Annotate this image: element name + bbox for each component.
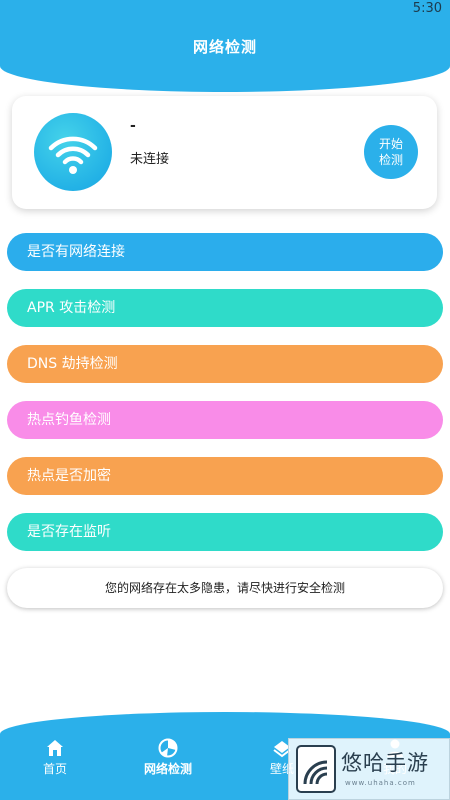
check-eavesdropping[interactable]: 是否存在监听 [7,513,443,551]
page-title: 网络检测 [192,38,257,56]
app-header: 5:30 网络检测 [0,0,450,92]
nav-item-home[interactable]: 首页 [10,738,100,777]
home-icon [47,740,63,756]
watermark-text: 悠哈手游 [341,751,429,775]
check-apr-attack[interactable]: APR 攻击检测 [7,289,443,327]
wifi-icon [34,113,112,191]
check-network-connection[interactable]: 是否有网络连接 [7,233,443,271]
status-bar-time: 5:30 [412,1,442,16]
check-hotspot-phishing[interactable]: 热点钓鱼检测 [7,401,443,439]
connection-status: 未连接 [130,152,170,167]
security-warning: 您的网络存在太多隐患，请尽快进行安全检测 [7,568,443,608]
check-dns-hijack[interactable]: DNS 劫持检测 [7,345,443,383]
network-check-icon [158,738,178,758]
watermark-subtext: www.uhaha.com [345,779,416,787]
nav-item-network-check[interactable]: 网络检测 [123,738,213,777]
network-name: - [130,118,136,134]
nav-label-network-check: 网络检测 [143,762,192,776]
check-hotspot-encryption[interactable]: 热点是否加密 [7,457,443,495]
watermark: 悠哈手游 www.uhaha.com [288,738,450,800]
watermark-logo-icon [296,745,336,793]
start-detection-button[interactable]: 开始检测 [364,125,418,179]
nav-label-home: 首页 [42,762,67,776]
network-status-card: - 未连接 开始检测 [12,96,437,209]
